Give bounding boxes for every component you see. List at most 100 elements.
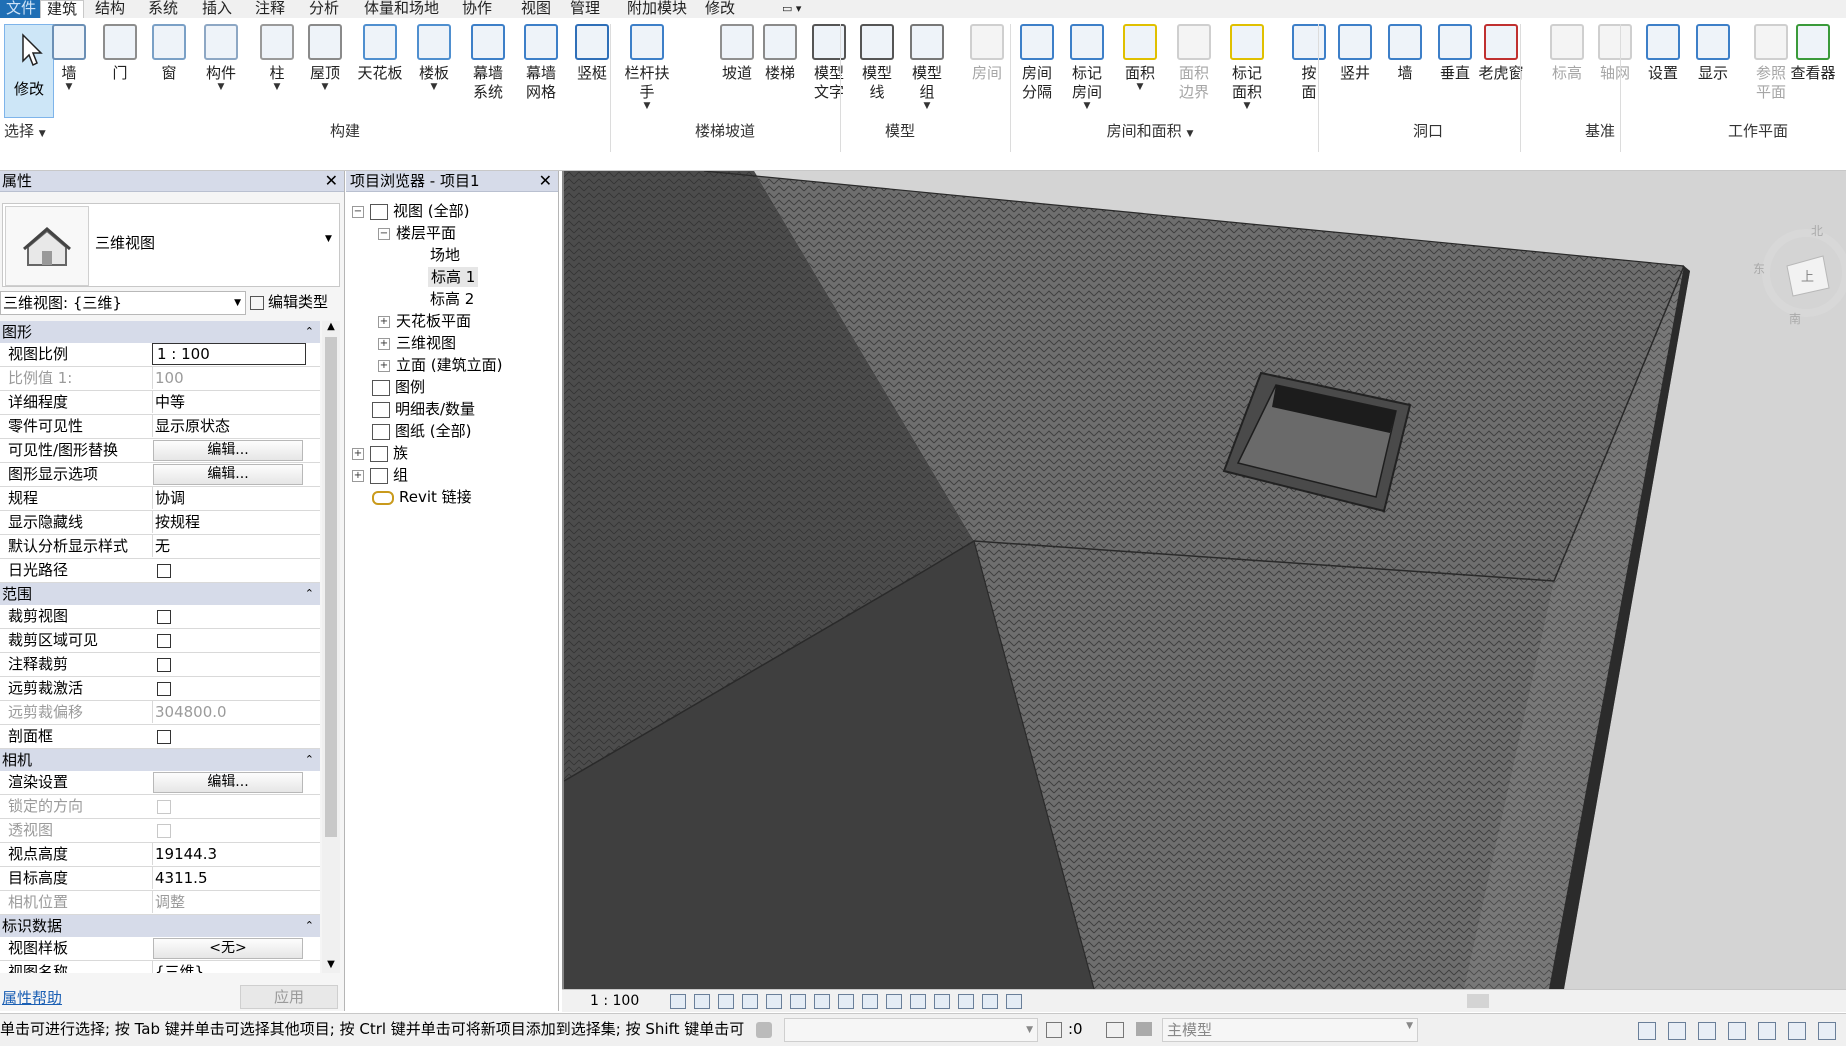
prop-value[interactable]: 按规程 — [152, 511, 305, 533]
tool-button-16[interactable]: 模型组 ▼ — [902, 24, 952, 111]
edit-button[interactable]: 编辑... — [153, 772, 303, 793]
tool-button-0[interactable]: 墙 ▼ — [44, 24, 94, 92]
prop-value[interactable]: 显示原状态 — [152, 415, 305, 437]
select-links-icon[interactable] — [1638, 1022, 1656, 1040]
menu-tab-12[interactable]: 修改 — [705, 0, 735, 18]
expand-icon[interactable]: + — [378, 337, 390, 350]
tree-item-elevations[interactable]: + 立面 (建筑立面) — [378, 355, 502, 375]
tool-button-1[interactable]: 门 — [95, 24, 145, 83]
chevron-down-icon[interactable]: ▼ — [1062, 102, 1112, 111]
collapse-icon[interactable]: − — [352, 205, 364, 218]
tree-item-links[interactable]: Revit 链接 — [372, 487, 472, 507]
prop-value[interactable]: 协调 — [152, 487, 305, 509]
menu-tab-7[interactable]: 体量和场地 — [364, 0, 439, 18]
filter-count-icon[interactable] — [1046, 1022, 1062, 1038]
prop-checkbox[interactable] — [157, 682, 171, 696]
chevron-down-icon[interactable]: ▼ — [44, 83, 94, 92]
scroll-left-icon[interactable] — [1006, 994, 1022, 1009]
menu-tab-10[interactable]: 管理 — [570, 0, 600, 18]
select-by-face-icon[interactable] — [1728, 1022, 1746, 1040]
menu-tab-9[interactable]: 视图 — [521, 0, 551, 18]
scroll-down-icon[interactable]: ▼ — [322, 959, 340, 973]
tool-button-4[interactable]: 柱 ▼ — [252, 24, 302, 92]
chevron-down-icon[interactable]: ▼ — [252, 83, 302, 92]
select-pinned-icon[interactable] — [1698, 1022, 1716, 1040]
prop-checkbox[interactable] — [157, 610, 171, 624]
tree-item-schedules[interactable]: 明细表/数量 — [372, 399, 475, 419]
expand-icon[interactable]: + — [378, 359, 390, 372]
tool-button-2[interactable]: 窗 — [144, 24, 194, 83]
apply-button[interactable]: 应用 — [240, 985, 338, 1009]
tool-button-7[interactable]: 楼板 ▼ — [409, 24, 459, 92]
edit-button[interactable]: 编辑... — [153, 440, 303, 461]
tool-button-31[interactable]: 显示 — [1688, 24, 1738, 83]
chevron-down-icon[interactable]: ▼ — [196, 83, 246, 92]
workset-icon[interactable] — [756, 1022, 772, 1038]
tool-button-15[interactable]: 模型线 — [852, 24, 902, 102]
horizontal-scroll-thumb[interactable] — [1467, 994, 1489, 1008]
viewcube-east[interactable]: 东 — [1753, 260, 1765, 277]
viewcube-north[interactable]: 北 — [1811, 222, 1823, 239]
show-crop-icon[interactable] — [814, 994, 830, 1009]
viewcube[interactable]: 上 北 东 南 — [1753, 224, 1846, 326]
tool-button-23[interactable]: 按面 — [1284, 24, 1334, 102]
collapse-icon[interactable]: − — [378, 227, 390, 240]
tool-button-29[interactable]: 轴网 — [1590, 24, 1640, 83]
menu-tab-8[interactable]: 协作 — [462, 0, 492, 18]
tool-button-20[interactable]: 面积 ▼ — [1115, 24, 1165, 92]
section-camera[interactable]: 相机 ⌃ — [0, 749, 320, 772]
tool-button-27[interactable]: 老虎窗 — [1476, 24, 1526, 83]
instance-selector[interactable]: 三维视图: {三维} ▼ — [0, 291, 246, 315]
prop-value[interactable]: 1 : 100 — [152, 343, 306, 365]
tree-item-level1[interactable]: 标高 1 — [428, 267, 479, 287]
tool-button-8[interactable]: 幕墙 系统 — [463, 24, 513, 102]
menu-tab-3[interactable]: 系统 — [148, 0, 178, 18]
drag-on-select-icon[interactable] — [1758, 1022, 1776, 1040]
prop-checkbox[interactable] — [157, 634, 171, 648]
tool-button-11[interactable]: 栏杆扶手 ▼ — [622, 24, 672, 111]
visual-style-icon[interactable] — [694, 994, 710, 1009]
edit-type-button[interactable]: 编辑类型 — [250, 291, 328, 313]
unlock-3d-icon[interactable] — [838, 994, 854, 1009]
menu-tab-2[interactable]: 结构 — [95, 0, 125, 18]
chevron-down-icon[interactable]: ▼ — [1115, 83, 1165, 92]
chevron-down-icon[interactable]: ▼ — [300, 83, 350, 92]
chevron-down-icon[interactable]: ▼ — [409, 83, 459, 92]
shadows-icon[interactable] — [742, 994, 758, 1009]
menu-tab-6[interactable]: 分析 — [309, 0, 339, 18]
select-dropdown[interactable]: 选择 ▼ — [4, 120, 46, 142]
editable-only-icon[interactable] — [1106, 1022, 1124, 1038]
tool-button-21[interactable]: 面积 边界 — [1169, 24, 1219, 102]
temporary-hide-icon[interactable] — [862, 994, 878, 1009]
tree-item-ceiling[interactable]: + 天花板平面 — [378, 311, 471, 331]
tool-button-26[interactable]: 垂直 — [1430, 24, 1480, 83]
tree-item-floor-plans[interactable]: − 楼层平面 — [378, 223, 456, 243]
detail-level-icon[interactable] — [670, 994, 686, 1009]
menu-tab-5[interactable]: 注释 — [255, 0, 285, 18]
prop-checkbox[interactable] — [157, 564, 171, 578]
prop-checkbox[interactable] — [157, 658, 171, 672]
chevron-down-icon[interactable]: ▼ — [902, 102, 952, 111]
collapse-icon[interactable]: ⌃ — [305, 749, 314, 771]
render-icon[interactable] — [766, 994, 782, 1009]
reveal-hidden-icon[interactable] — [886, 994, 902, 1009]
tool-button-24[interactable]: 竖井 — [1330, 24, 1380, 83]
tree-item-3d-views[interactable]: + 三维视图 — [378, 333, 456, 353]
tree-item-views[interactable]: − 视图 (全部) — [352, 201, 469, 221]
tool-button-5[interactable]: 屋顶 ▼ — [300, 24, 350, 92]
edit-button[interactable]: <无> — [153, 938, 303, 959]
tool-button-13[interactable]: 楼梯 — [755, 24, 805, 83]
menu-tab-0[interactable]: 文件 — [0, 0, 43, 18]
view-scale[interactable]: 1 : 100 — [590, 990, 639, 1012]
prop-value[interactable]: 中等 — [152, 391, 305, 413]
collapse-icon[interactable]: ⌃ — [305, 583, 314, 605]
ribbon-minimize-icon[interactable]: ▭ ▾ — [782, 0, 801, 18]
tool-button-28[interactable]: 标高 — [1542, 24, 1592, 83]
filter-icon[interactable] — [1818, 1022, 1836, 1040]
scroll-thumb[interactable] — [325, 337, 337, 837]
tree-item-site[interactable]: 场地 — [430, 245, 460, 265]
menu-tab-1[interactable]: 建筑 — [40, 0, 85, 19]
close-icon[interactable]: ✕ — [539, 171, 552, 191]
tree-item-sheets[interactable]: 图纸 (全部) — [372, 421, 471, 441]
prop-checkbox[interactable] — [157, 730, 171, 744]
